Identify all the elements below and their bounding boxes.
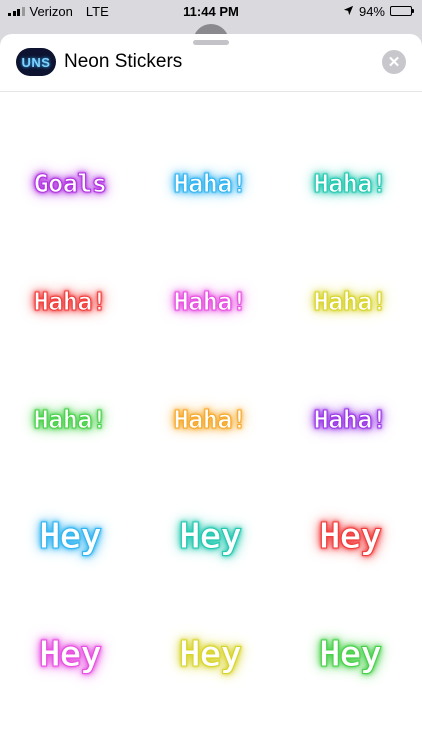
app-icon: UNS [16,48,56,76]
network-label: LTE [85,3,109,19]
sticker-text: Hey [178,516,242,557]
close-button[interactable]: ✕ [382,50,406,74]
sticker[interactable]: Haha! [0,360,140,478]
sticker-grid: Goals Haha! Haha! Haha! Haha! Haha! Haha! Haha!… [0,124,422,714]
sticker[interactable]: Goals [0,124,140,242]
carrier-label: Verizon [29,3,73,19]
location-arrow-icon [343,4,354,19]
battery-percent: 94% [358,3,385,19]
sticker[interactable]: Haha! [280,124,420,242]
sticker[interactable]: Hey [0,596,140,714]
sticker-text: Haha! [313,286,387,316]
sticker[interactable]: Haha! [280,242,420,360]
sticker-text: Goals [33,168,107,198]
sticker-text: Hey [318,634,382,675]
battery-icon [390,6,414,16]
sticker[interactable]: Hey [280,478,420,596]
sticker[interactable]: Haha! [140,242,280,360]
sticker[interactable]: Hey [0,478,140,596]
sticker-text: Haha! [173,286,247,316]
sticker[interactable]: Haha! [140,124,280,242]
sticker-text: Hey [38,516,102,557]
sticker-text: Haha! [313,168,387,198]
sticker[interactable]: Haha! [140,360,280,478]
status-left: Verizon LTE [0,4,109,19]
sticker[interactable]: Hey [140,596,280,714]
sticker-text: Hey [178,634,242,675]
sticker-text: Haha! [173,168,247,198]
sticker-text: Haha! [173,404,247,434]
sheet-grabber[interactable] [193,40,229,45]
sticker[interactable]: Haha! [280,360,420,478]
sticker[interactable]: Hey [280,596,420,714]
sticker-sheet: UNS Neon Stickers ✕ Goals Haha! Haha! Haha!… [0,34,422,750]
sticker[interactable]: Haha! [0,242,140,360]
close-icon: ✕ [387,54,401,71]
sticker-text: Hey [318,516,382,557]
status-right: 94% [343,4,422,19]
sticker-text: Haha! [313,404,387,434]
app-title: Neon Stickers [64,51,183,72]
signal-icon [8,6,25,16]
sticker-text: Haha! [33,286,107,316]
sticker-text: Hey [38,634,102,675]
sticker-text: Haha! [33,404,107,434]
sticker[interactable]: Hey [140,478,280,596]
status-bar: Verizon LTE 11:44 PM 94% [0,0,422,22]
